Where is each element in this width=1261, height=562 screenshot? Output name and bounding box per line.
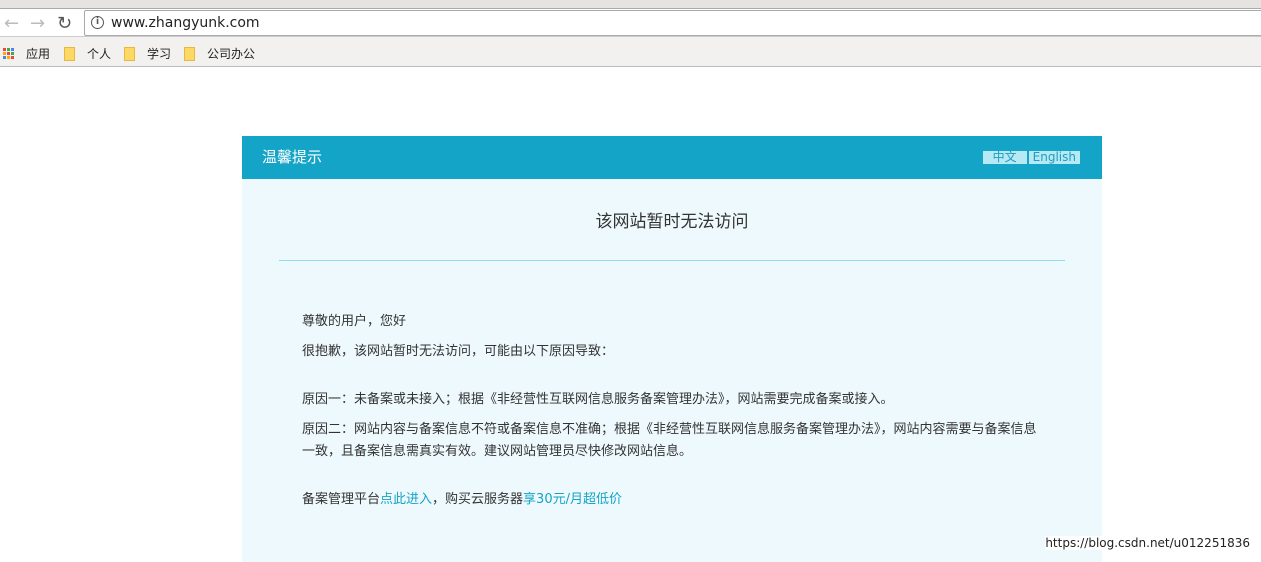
platform-label: 备案管理平台	[302, 492, 381, 507]
bookmark-folder-personal[interactable]: 个人	[64, 45, 111, 62]
bookmark-label: 公司办公	[207, 47, 256, 61]
links-line: 备案管理平台点此进入，购买云服务器享30元/月超低价	[302, 489, 1042, 511]
browser-toolbar: ← → ↻ i www.zhangyunk.com	[0, 9, 1261, 36]
card-header: 温馨提示 中文 English	[242, 136, 1102, 179]
forward-button[interactable]: →	[30, 13, 45, 34]
info-icon[interactable]: i	[91, 16, 104, 29]
notice-body: 尊敬的用户，您好 很抱歉，该网站暂时无法访问，可能由以下原因导致： 原因一：未备…	[242, 261, 1102, 511]
buy-label: ，购买云服务器	[432, 492, 524, 507]
folder-icon	[184, 46, 195, 61]
bookmark-label: 学习	[147, 47, 172, 61]
reload-button[interactable]: ↻	[57, 13, 72, 34]
back-button[interactable]: ←	[4, 13, 19, 34]
folder-icon	[64, 46, 75, 61]
language-switch: 中文 English	[982, 151, 1080, 164]
header-title: 温馨提示	[262, 148, 323, 166]
reason-1: 原因一：未备案或未接入；根据《非经营性互联网信息服务备案管理办法》，网站需要完成…	[302, 392, 894, 407]
notice-card: 温馨提示 中文 English 该网站暂时无法访问 尊敬的用户，您好 很抱歉，该…	[242, 136, 1102, 562]
page-title: 该网站暂时无法访问	[595, 212, 749, 232]
buy-link[interactable]: 享30元/月超低价	[523, 492, 622, 507]
lang-zh-button[interactable]: 中文	[982, 151, 1027, 164]
reason-2: 原因二：网站内容与备案信息不符或备案信息不准确；根据《非经营性互联网信息服务备案…	[302, 422, 1037, 459]
watermark: https://blog.csdn.net/u012251836	[1045, 536, 1250, 550]
intro: 很抱歉，该网站暂时无法访问，可能由以下原因导致：	[302, 344, 615, 359]
bookmark-folder-work[interactable]: 公司办公	[184, 45, 255, 62]
apps-icon	[3, 48, 14, 59]
bookmark-label: 应用	[26, 47, 51, 61]
bookmarks-bar: 应用 个人 学习 公司办公	[0, 36, 1261, 67]
tab-strip	[0, 0, 1261, 9]
bookmark-folder-study[interactable]: 学习	[124, 45, 171, 62]
address-bar[interactable]: i www.zhangyunk.com	[84, 10, 1261, 36]
url-text: www.zhangyunk.com	[111, 15, 260, 31]
bookmark-apps[interactable]: 应用	[3, 45, 50, 62]
bookmark-label: 个人	[87, 47, 112, 61]
greeting: 尊敬的用户，您好	[302, 314, 407, 329]
folder-icon	[124, 46, 135, 61]
platform-link[interactable]: 点此进入	[380, 492, 432, 507]
lang-en-button[interactable]: English	[1028, 151, 1080, 164]
